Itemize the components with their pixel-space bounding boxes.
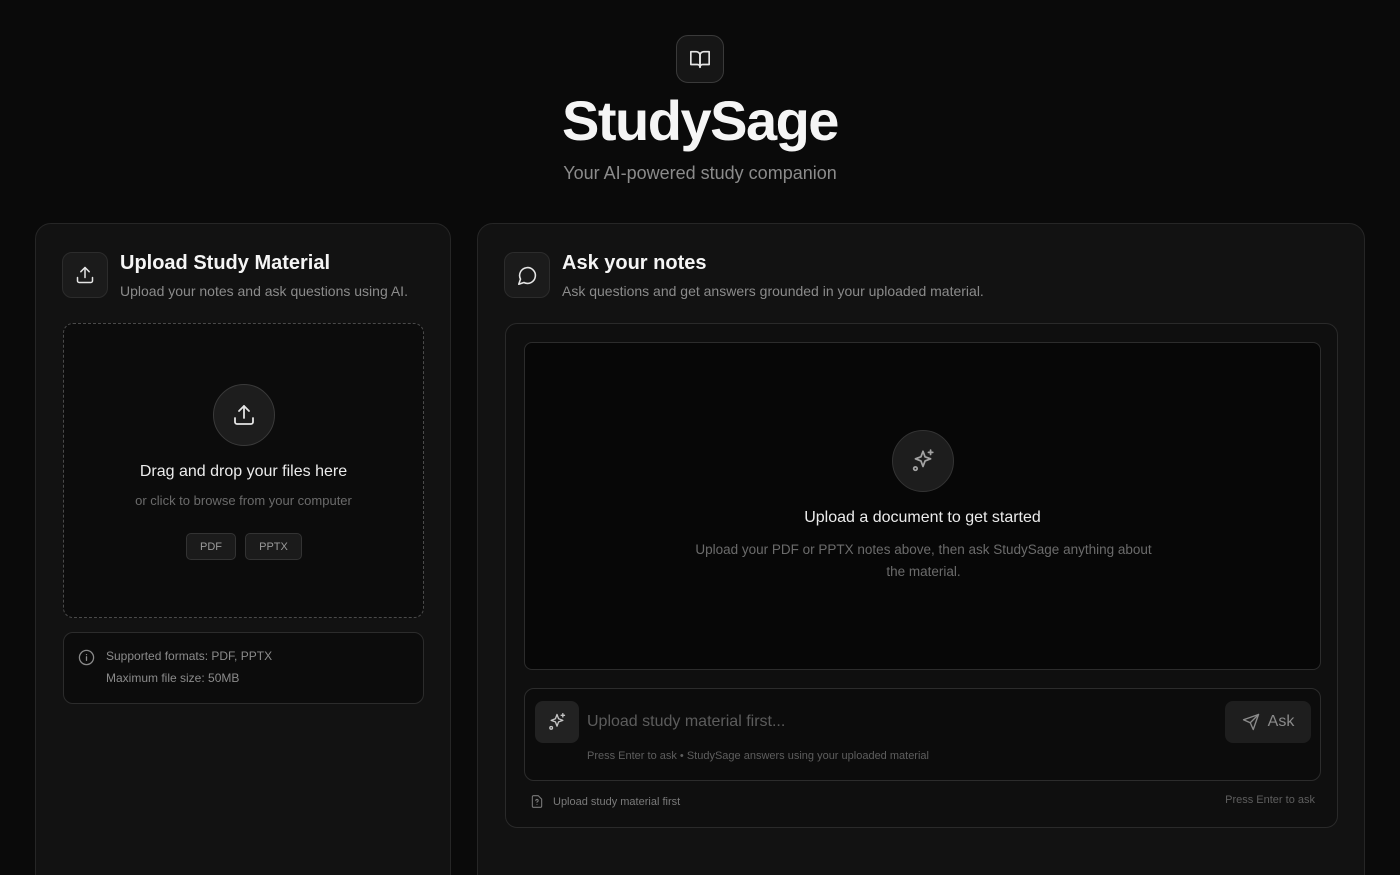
chat-status: Upload study material first xyxy=(530,794,680,809)
supported-formats-text: Supported formats: PDF, PPTX xyxy=(106,649,273,663)
upload-panel-title: Upload Study Material xyxy=(120,252,331,274)
format-chip-pdf: PDF xyxy=(186,533,236,560)
sparkles-icon xyxy=(549,713,566,730)
ask-panel-description: Ask questions and get answers grounded i… xyxy=(562,283,984,299)
format-chip-pptx: PPTX xyxy=(245,533,302,560)
upload-panel-description: Upload your notes and ask questions usin… xyxy=(120,283,408,299)
ask-button[interactable]: Ask xyxy=(1225,701,1311,743)
logo xyxy=(676,35,724,83)
ask-panel-title: Ask your notes xyxy=(562,252,707,274)
dropzone-subtitle: or click to browse from your computer xyxy=(135,493,352,508)
chat-container: Upload a document to get started Upload … xyxy=(505,323,1338,828)
question-composer: Ask Press Enter to ask • StudySage answe… xyxy=(524,688,1321,781)
info-icon xyxy=(78,649,95,666)
message-circle-icon xyxy=(517,266,536,285)
sparkles-icon xyxy=(912,449,934,472)
ask-panel: Ask your notes Ask questions and get ans… xyxy=(477,223,1365,875)
empty-state-icon-circle xyxy=(892,430,954,492)
question-input[interactable] xyxy=(587,703,1207,741)
chat-empty-state: Upload a document to get started Upload … xyxy=(524,342,1321,670)
upload-panel-icon xyxy=(62,252,108,298)
dropzone-title: Drag and drop your files here xyxy=(139,463,348,480)
dropzone-icon-circle xyxy=(213,384,275,446)
empty-state-description: Upload your PDF or PPTX notes above, the… xyxy=(695,542,1152,579)
send-icon xyxy=(1242,713,1259,731)
upload-icon xyxy=(76,266,94,284)
ask-button-label: Ask xyxy=(1267,713,1295,730)
ask-panel-icon xyxy=(504,252,550,298)
chat-status-text: Upload study material first xyxy=(553,795,681,808)
file-info-box: Supported formats: PDF, PPTX Maximum fil… xyxy=(63,632,424,704)
file-question-icon xyxy=(531,795,543,808)
app-subtitle: Your AI-powered study companion xyxy=(563,163,837,183)
composer-sparkle-button[interactable] xyxy=(535,701,579,743)
upload-icon xyxy=(234,405,254,425)
app-title: StudySage xyxy=(562,89,839,152)
upload-panel: Upload Study Material Upload your notes … xyxy=(35,223,451,875)
file-dropzone[interactable]: Drag and drop your files here or click t… xyxy=(63,323,424,618)
max-file-size-text: Maximum file size: 50MB xyxy=(106,671,240,685)
empty-state-title: Upload a document to get started xyxy=(804,509,1041,526)
enter-shortcut-hint: Press Enter to ask xyxy=(1225,794,1315,806)
app-root: StudySage Your AI-powered study companio… xyxy=(0,0,1400,875)
composer-hint: Press Enter to ask • StudySage answers u… xyxy=(587,750,929,762)
book-open-icon xyxy=(690,50,710,69)
